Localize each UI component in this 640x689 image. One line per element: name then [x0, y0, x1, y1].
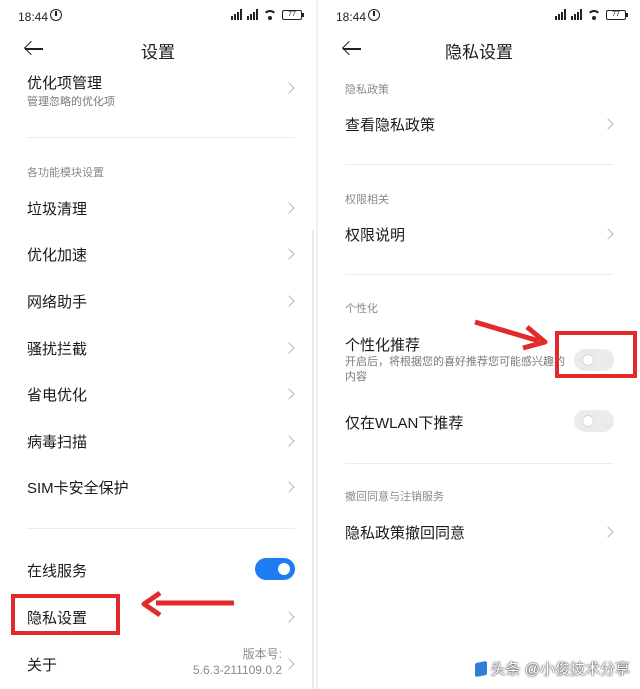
list-item-view-privacy-policy[interactable]: 查看隐私政策 — [318, 102, 640, 146]
section-label: 隐私政策 — [345, 84, 389, 96]
red-arrow-annotation — [141, 590, 234, 618]
alarm-icon — [368, 9, 380, 21]
scrollbar[interactable] — [312, 230, 314, 689]
item-label: 在线服务 — [27, 563, 88, 580]
chevron-right-icon — [283, 295, 295, 307]
list-item-harassment-block[interactable]: 骚扰拦截 — [0, 326, 316, 370]
item-label: 骚扰拦截 — [27, 341, 88, 358]
battery-icon: 77 — [606, 9, 628, 20]
divider — [27, 528, 295, 529]
item-label: 网络助手 — [27, 294, 88, 311]
chevron-right-icon — [602, 118, 614, 130]
list-item-power-saving[interactable]: 省电优化 — [0, 372, 316, 416]
status-time: 18:44 — [18, 10, 49, 24]
signal-icon — [555, 9, 566, 20]
title-bar: 隐私设置 — [318, 34, 640, 64]
list-item-about[interactable]: 关于 版本号: 5.6.3-211109.0.2 — [0, 642, 316, 686]
chevron-right-icon — [283, 82, 295, 94]
item-label: 查看隐私政策 — [345, 117, 436, 134]
status-bar: 18:44 77 — [0, 0, 316, 34]
item-label: 省电优化 — [27, 387, 88, 404]
item-label: 垃圾清理 — [27, 201, 88, 218]
chevron-right-icon — [283, 435, 295, 447]
item-label: 优化加速 — [27, 247, 88, 264]
list-item-withdraw-consent[interactable]: 隐私政策撤回同意 — [318, 510, 640, 554]
divider — [345, 164, 613, 165]
item-label: 仅在WLAN下推荐 — [345, 415, 464, 432]
item-label: 关于 — [27, 657, 58, 674]
chevron-right-icon — [283, 202, 295, 214]
chevron-right-icon — [283, 481, 295, 493]
item-subtitle: 管理忽略的优化项 — [27, 96, 115, 108]
title-bar: 设置 — [0, 34, 316, 64]
page-title: 设置 — [141, 43, 175, 62]
list-item-virus-scan[interactable]: 病毒扫描 — [0, 419, 316, 463]
red-arrow-annotation — [474, 319, 548, 351]
section-label: 个性化 — [345, 303, 378, 315]
list-item-optimization-manage[interactable]: 优化项管理 管理忽略的优化项 — [0, 70, 316, 124]
highlight-box — [555, 331, 637, 378]
section-label: 撤回同意与注销服务 — [345, 491, 444, 503]
status-icons: 77 — [231, 9, 304, 20]
item-subtitle: 开启后，将根据您的喜好推荐您可能感兴趣的 — [345, 356, 565, 368]
wlan-only-toggle[interactable] — [574, 410, 614, 432]
signal-icon — [231, 9, 242, 20]
watermark: 头条 @小俊技术分享 — [474, 658, 630, 679]
section-label: 权限相关 — [345, 194, 389, 206]
online-service-toggle[interactable] — [255, 558, 295, 580]
alarm-icon — [50, 9, 62, 21]
divider — [27, 137, 295, 138]
divider — [345, 274, 613, 275]
list-item-junk-clean[interactable]: 垃圾清理 — [0, 186, 316, 230]
highlight-box — [11, 594, 120, 635]
chevron-right-icon — [283, 388, 295, 400]
item-label: 隐私政策撤回同意 — [345, 525, 466, 542]
status-time: 18:44 — [336, 10, 367, 24]
item-label: 病毒扫描 — [27, 434, 88, 451]
list-item-online-service[interactable]: 在线服务 — [0, 548, 316, 592]
version-info: 版本号: 5.6.3-211109.0.2 — [193, 646, 282, 678]
page-title: 隐私设置 — [445, 43, 513, 62]
version-number: 5.6.3-211109.0.2 — [193, 663, 282, 677]
privacy-settings-screen: 18:44 77 隐私设置 隐私政策 查看隐私政策 权限相关 权限说明 个性化 … — [318, 0, 640, 689]
chevron-right-icon — [283, 611, 295, 623]
list-item-wlan-only[interactable]: 仅在WLAN下推荐 — [318, 400, 640, 444]
status-bar: 18:44 77 — [318, 0, 640, 34]
list-item-permission-info[interactable]: 权限说明 — [318, 212, 640, 256]
watermark-text: 头条 @小俊技术分享 — [490, 661, 630, 678]
version-label: 版本号: — [242, 647, 282, 661]
wifi-icon — [587, 9, 601, 20]
battery-icon: 77 — [282, 9, 304, 20]
item-subtitle: 内容 — [345, 371, 367, 383]
list-item-speed-up[interactable]: 优化加速 — [0, 232, 316, 276]
signal-icon — [247, 9, 258, 20]
divider — [345, 463, 613, 464]
item-label: 优化项管理 — [27, 75, 103, 92]
item-label: 权限说明 — [345, 227, 406, 244]
wifi-icon — [263, 9, 277, 20]
list-item-network-assistant[interactable]: 网络助手 — [0, 279, 316, 323]
signal-icon — [571, 9, 582, 20]
chevron-right-icon — [283, 248, 295, 260]
settings-screen: 18:44 77 设置 优化项管理 管理忽略的优化项 各功能模块设置 垃圾清理 … — [0, 0, 316, 689]
chevron-right-icon — [283, 342, 295, 354]
chevron-right-icon — [283, 658, 295, 670]
list-item-sim-protection[interactable]: SIM卡安全保护 — [0, 465, 316, 509]
chevron-right-icon — [602, 228, 614, 240]
item-label: 个性化推荐 — [345, 337, 421, 354]
toutiao-logo-icon — [474, 660, 487, 677]
chevron-right-icon — [602, 526, 614, 538]
status-icons: 77 — [555, 9, 628, 20]
section-label: 各功能模块设置 — [27, 167, 104, 179]
item-label: SIM卡安全保护 — [27, 480, 129, 497]
